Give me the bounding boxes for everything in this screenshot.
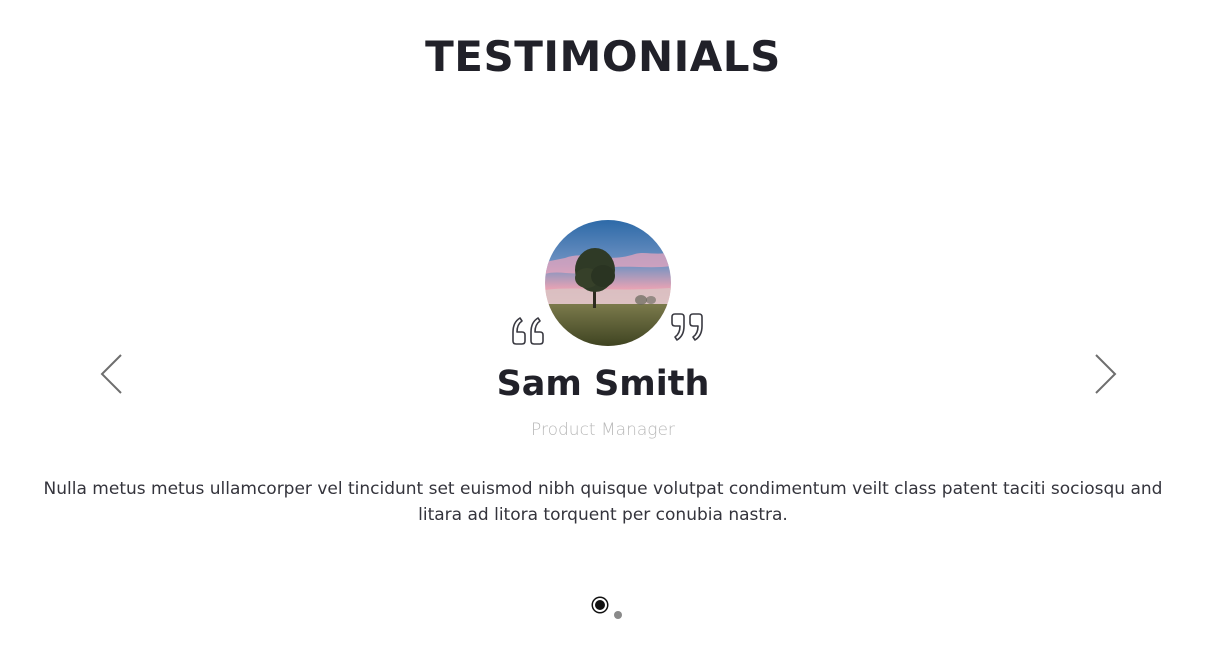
tree-landscape-photo <box>545 220 671 346</box>
testimonial-role: Product Manager <box>531 420 675 440</box>
pagination-dot-1[interactable] <box>593 598 607 612</box>
testimonials-section: TESTIMONIALS Sam Smith Product Manager N… <box>0 0 1206 647</box>
quote-open-icon <box>511 312 547 346</box>
quote-close-icon <box>668 312 704 346</box>
avatar <box>545 220 671 346</box>
testimonial-name: Sam Smith <box>496 364 710 404</box>
avatar-wrapper <box>0 220 1206 348</box>
testimonial-text: Nulla metus metus ullamcorper vel tincid… <box>43 479 1163 525</box>
testimonial-slide: Sam Smith Product Manager Nulla metus me… <box>0 220 1206 525</box>
section-title: TESTIMONIALS <box>425 32 781 81</box>
pagination-dot-2[interactable] <box>614 611 622 619</box>
carousel-pagination <box>593 598 633 622</box>
